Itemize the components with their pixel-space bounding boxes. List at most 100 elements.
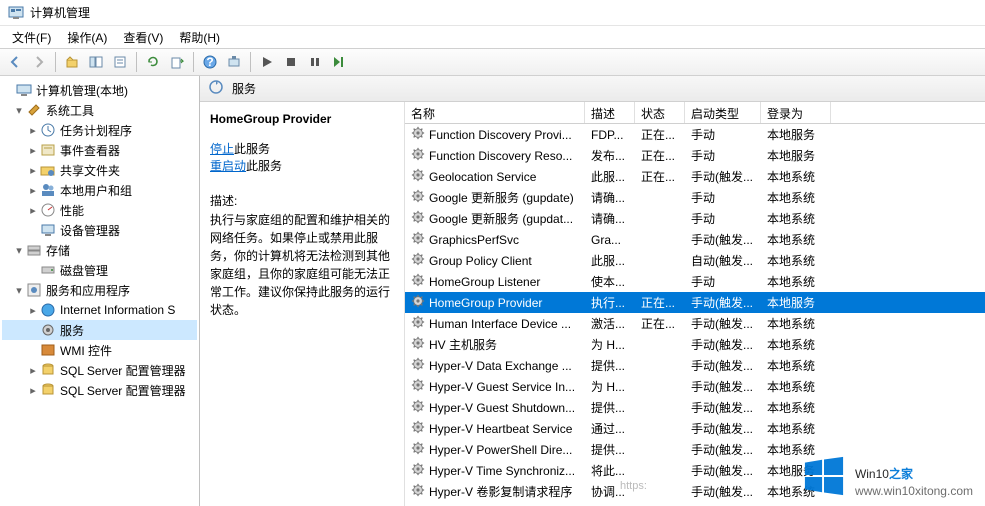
tree-sql2[interactable]: ▸ SQL Server 配置管理器 [2,380,197,400]
tools-icon [26,102,42,118]
service-row[interactable]: Geolocation Service此服...正在...手动(触发...本地系… [405,166,985,187]
expand-icon[interactable]: ▸ [26,184,40,197]
refresh-icon[interactable] [208,79,224,98]
back-button[interactable] [4,51,26,73]
tree-system-tools[interactable]: ▾ 系统工具 [2,100,197,120]
expand-icon[interactable]: ▸ [26,304,40,317]
tree-sql1[interactable]: ▸ SQL Server 配置管理器 [2,360,197,380]
service-logon: 本地系统 [761,252,831,269]
tree-services[interactable]: 服务 [2,320,197,340]
tree-disk-mgmt[interactable]: 磁盘管理 [2,260,197,280]
sql-icon [40,382,56,398]
expand-icon[interactable]: ▸ [26,164,40,177]
col-desc[interactable]: 描述 [585,102,635,123]
service-logon: 本地服务 [761,126,831,143]
gear-icon [411,231,425,248]
service-row[interactable]: Group Policy Client此服...自动(触发...本地系统 [405,250,985,271]
tree-iis[interactable]: ▸ Internet Information S [2,300,197,320]
service-row[interactable]: Google 更新服务 (gupdate)请确...手动本地系统 [405,187,985,208]
col-name[interactable]: 名称 [405,102,585,123]
stop-service-button[interactable] [280,51,302,73]
service-logon: 本地服务 [761,294,831,311]
start-service-button[interactable] [256,51,278,73]
services-apps-icon [26,282,42,298]
tree-services-apps[interactable]: ▾ 服务和应用程序 [2,280,197,300]
service-logon: 本地系统 [761,483,831,500]
service-row[interactable]: Human Interface Device ...激活...正在...手动(触… [405,313,985,334]
tree-performance[interactable]: ▸ 性能 [2,200,197,220]
expand-icon[interactable]: ▸ [26,144,40,157]
service-row[interactable]: HomeGroup Listener使本...手动本地系统 [405,271,985,292]
service-row[interactable]: Hyper-V 卷影复制请求程序协调...手动(触发...本地系统 [405,481,985,502]
gear-icon [411,357,425,374]
menu-help[interactable]: 帮助(H) [171,27,228,48]
iis-icon [40,302,56,318]
gear-icon [411,168,425,185]
expand-icon[interactable]: ▾ [12,284,26,297]
service-row[interactable]: Hyper-V Time Synchroniz...将此...手动(触发...本… [405,460,985,481]
tree-local-users[interactable]: ▸ 本地用户和组 [2,180,197,200]
service-logon: 本地系统 [761,168,831,185]
tree-root[interactable]: 计算机管理(本地) [2,80,197,100]
description-label: 描述: [210,192,394,209]
restart-service-button[interactable] [328,51,350,73]
tree-event-viewer[interactable]: ▸ 事件查看器 [2,140,197,160]
service-row[interactable]: Function Discovery Reso...发布...正在...手动本地… [405,145,985,166]
service-name: Hyper-V 卷影复制请求程序 [429,483,572,500]
expand-icon[interactable]: ▸ [26,124,40,137]
storage-icon [26,242,42,258]
tree-device-manager[interactable]: 设备管理器 [2,220,197,240]
menu-view[interactable]: 查看(V) [115,27,171,48]
tree-storage[interactable]: ▾ 存储 [2,240,197,260]
export-button[interactable] [166,51,188,73]
up-button[interactable] [61,51,83,73]
expand-icon[interactable]: ▾ [12,104,26,117]
service-row[interactable]: GraphicsPerfSvcGra...手动(触发...本地系统 [405,229,985,250]
show-hide-tree-button[interactable] [85,51,107,73]
service-startup: 手动 [685,126,761,143]
service-desc: 为 H... [585,378,635,395]
properties-button[interactable] [109,51,131,73]
col-status[interactable]: 状态 [635,102,685,123]
service-desc: 执行... [585,294,635,311]
col-logon[interactable]: 登录为 [761,102,831,123]
service-desc: 通过... [585,420,635,437]
tree-task-scheduler[interactable]: ▸ 任务计划程序 [2,120,197,140]
service-row[interactable]: Hyper-V Guest Service In...为 H...手动(触发..… [405,376,985,397]
service-logon: 本地系统 [761,399,831,416]
expand-icon[interactable]: ▾ [12,244,26,257]
tree-shared-folders[interactable]: ▸ 共享文件夹 [2,160,197,180]
connect-button[interactable] [223,51,245,73]
menu-action[interactable]: 操作(A) [59,27,115,48]
service-row[interactable]: HomeGroup Provider执行...正在...手动(触发...本地服务 [405,292,985,313]
service-status: 正在... [635,315,685,332]
services-list[interactable]: 名称 描述 状态 启动类型 登录为 Function Discovery Pro… [405,102,985,506]
service-startup: 手动 [685,210,761,227]
pause-service-button[interactable] [304,51,326,73]
refresh-button[interactable] [142,51,164,73]
expand-icon[interactable]: ▸ [26,204,40,217]
gear-icon [411,483,425,500]
service-startup: 手动(触发... [685,399,761,416]
service-row[interactable]: Hyper-V Data Exchange ...提供...手动(触发...本地… [405,355,985,376]
users-icon [40,182,56,198]
expand-icon[interactable]: ▸ [26,364,40,377]
service-row[interactable]: Hyper-V Heartbeat Service通过...手动(触发...本地… [405,418,985,439]
col-startup[interactable]: 启动类型 [685,102,761,123]
expand-icon[interactable]: ▸ [26,384,40,397]
stop-service-link[interactable]: 停止 [210,142,234,156]
tree-wmi[interactable]: WMI 控件 [2,340,197,360]
service-row[interactable]: Google 更新服务 (gupdat...请确...手动本地系统 [405,208,985,229]
service-row[interactable]: Hyper-V PowerShell Dire...提供...手动(触发...本… [405,439,985,460]
service-row[interactable]: Function Discovery Provi...FDP...正在...手动… [405,124,985,145]
forward-button[interactable] [28,51,50,73]
service-row[interactable]: HV 主机服务为 H...手动(触发...本地系统 [405,334,985,355]
navigation-tree[interactable]: 计算机管理(本地) ▾ 系统工具 ▸ 任务计划程序 ▸ 事件查看器 ▸ 共享文件… [0,76,200,506]
service-desc: 发布... [585,147,635,164]
restart-service-link[interactable]: 重启动 [210,159,246,173]
service-desc: 此服... [585,168,635,185]
service-row[interactable]: Hyper-V Guest Shutdown...提供...手动(触发...本地… [405,397,985,418]
service-startup: 手动(触发... [685,462,761,479]
menu-file[interactable]: 文件(F) [4,27,59,48]
help-button[interactable]: ? [199,51,221,73]
